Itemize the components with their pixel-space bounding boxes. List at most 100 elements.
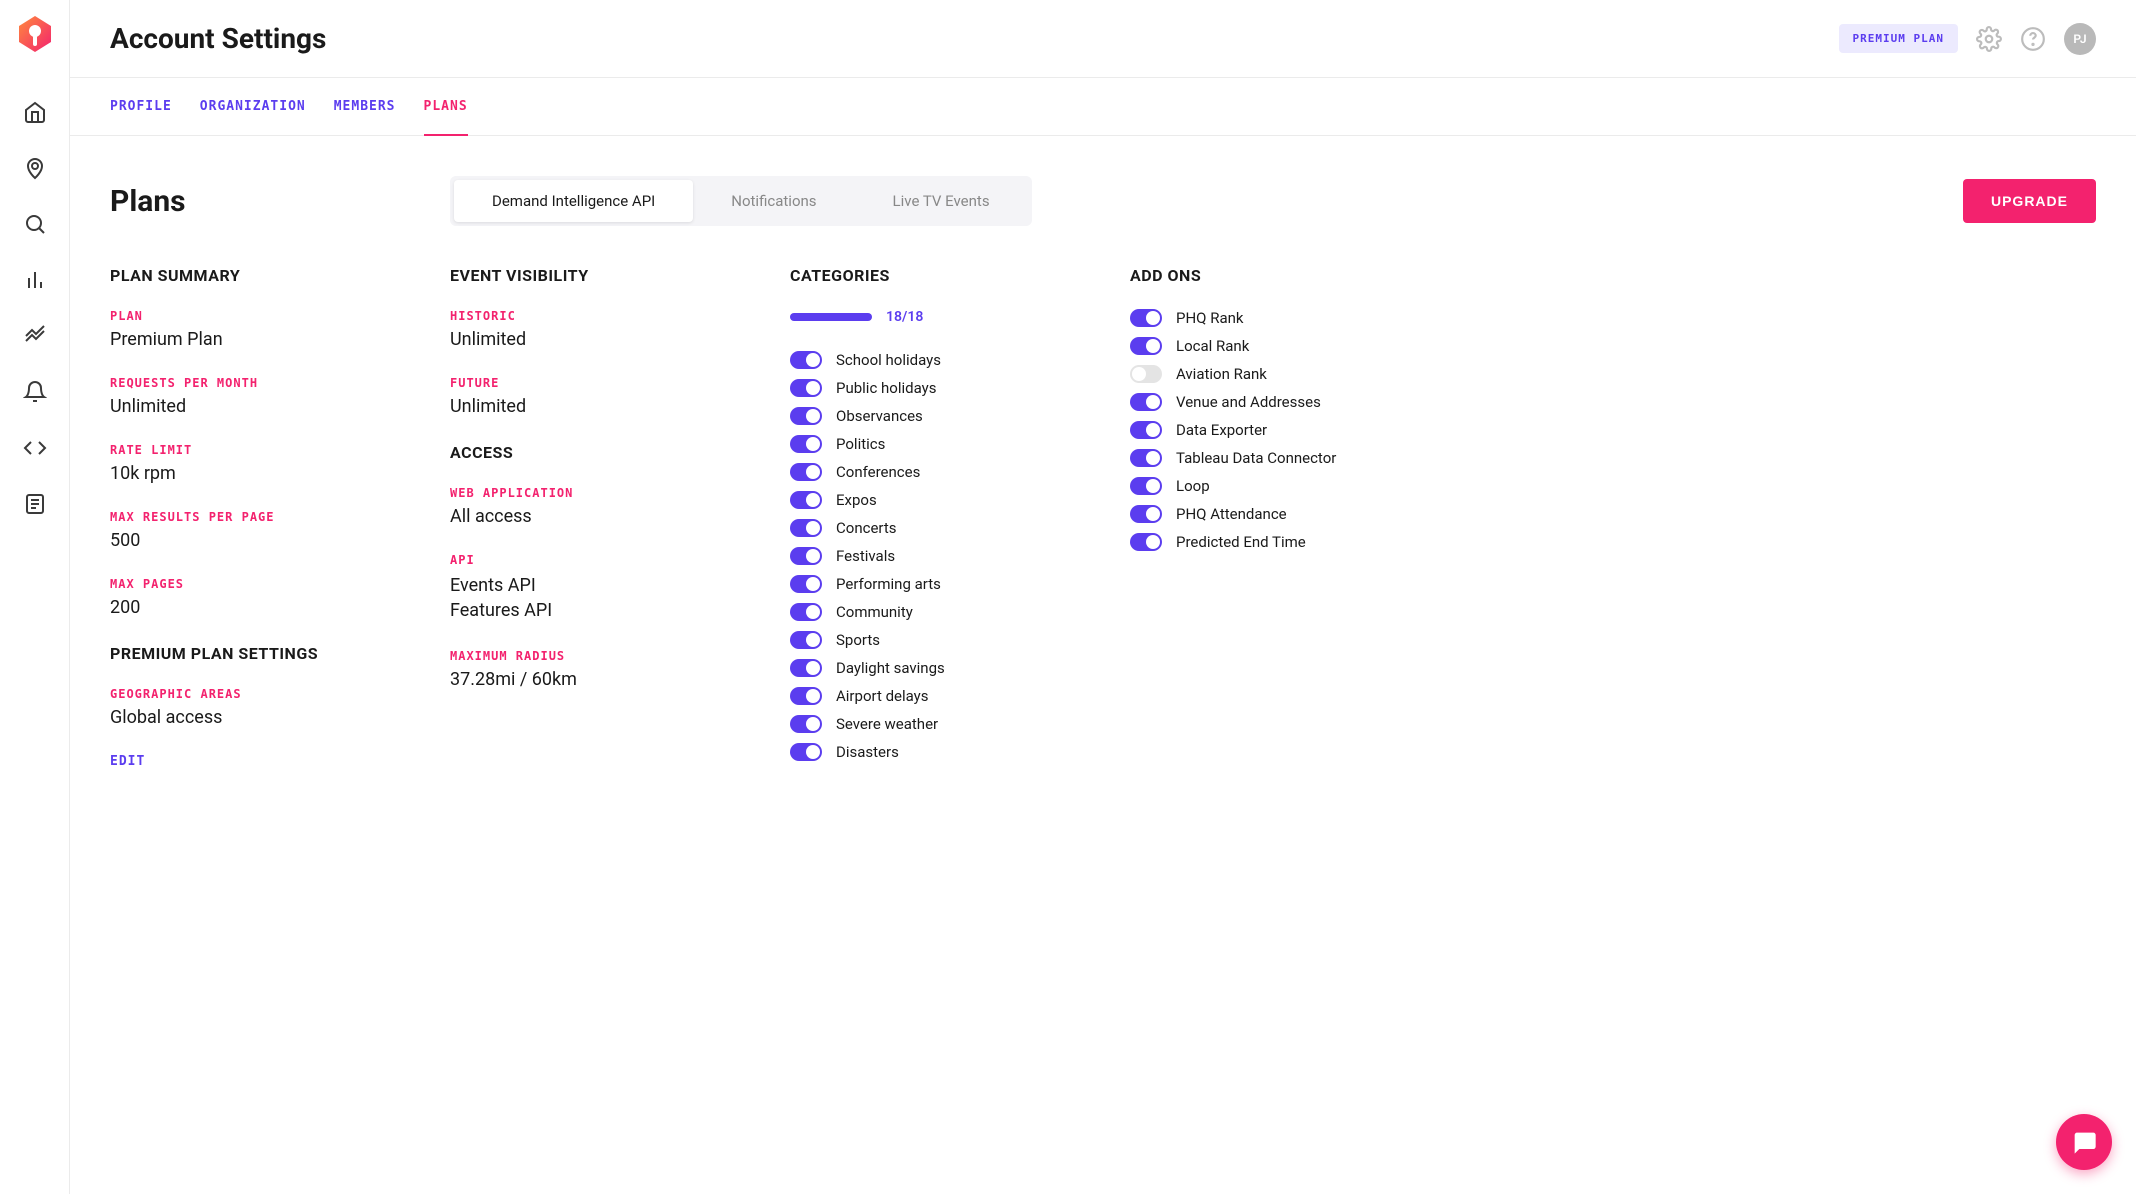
category-toggle[interactable] xyxy=(790,631,822,649)
category-toggle[interactable] xyxy=(790,715,822,733)
category-toggle[interactable] xyxy=(790,491,822,509)
category-toggle[interactable] xyxy=(790,407,822,425)
addon-toggle[interactable] xyxy=(1130,337,1162,355)
addon-row: Local Rank xyxy=(1130,337,2096,355)
category-row: Sports xyxy=(790,631,1110,649)
category-label: Performing arts xyxy=(836,575,941,593)
addon-row: Loop xyxy=(1130,477,2096,495)
category-label: Conferences xyxy=(836,463,920,481)
addon-row: PHQ Attendance xyxy=(1130,505,2096,523)
addon-label: Loop xyxy=(1176,477,1210,495)
category-row: Daylight savings xyxy=(790,659,1110,677)
category-label: Expos xyxy=(836,491,877,509)
addon-label: Predicted End Time xyxy=(1176,533,1306,551)
category-row: Disasters xyxy=(790,743,1110,761)
addon-toggle[interactable] xyxy=(1130,365,1162,383)
main: Account Settings PREMIUM PLAN PJ PROFILE… xyxy=(70,0,2136,1194)
category-row: Expos xyxy=(790,491,1110,509)
category-row: Concerts xyxy=(790,519,1110,537)
addon-label: Local Rank xyxy=(1176,337,1249,355)
premium-badge[interactable]: PREMIUM PLAN xyxy=(1839,24,1958,53)
addon-label: Venue and Addresses xyxy=(1176,393,1321,411)
plan-type-segmented: Demand Intelligence APINotificationsLive… xyxy=(450,176,1032,226)
geo-label: GEOGRAPHIC AREAS xyxy=(110,687,430,701)
web-label: WEB APPLICATION xyxy=(450,486,770,500)
header-right: PREMIUM PLAN PJ xyxy=(1839,23,2096,55)
upgrade-button[interactable]: UPGRADE xyxy=(1963,179,2096,223)
help-icon[interactable] xyxy=(2020,26,2046,52)
progress-label: 18/18 xyxy=(886,309,923,325)
bell-icon[interactable] xyxy=(23,380,47,404)
categories-list: School holidaysPublic holidaysObservance… xyxy=(790,351,1110,761)
radius-value: 37.28mi / 60km xyxy=(450,669,770,690)
category-toggle[interactable] xyxy=(790,379,822,397)
future-label: FUTURE xyxy=(450,376,770,390)
pages-value: 200 xyxy=(110,597,430,618)
tab-plans[interactable]: PLANS xyxy=(424,79,468,137)
addon-toggle[interactable] xyxy=(1130,393,1162,411)
home-icon[interactable] xyxy=(23,100,47,124)
addon-row: Data Exporter xyxy=(1130,421,2096,439)
categories-title: CATEGORIES xyxy=(790,266,1110,285)
addons-title: ADD ONS xyxy=(1130,266,2096,285)
plans-title: Plans xyxy=(110,184,450,219)
category-toggle[interactable] xyxy=(790,435,822,453)
segment-notifications[interactable]: Notifications xyxy=(693,180,854,222)
category-toggle[interactable] xyxy=(790,519,822,537)
segment-demand-intelligence-api[interactable]: Demand Intelligence API xyxy=(454,180,693,222)
note-icon[interactable] xyxy=(23,492,47,516)
plan-summary-title: PLAN SUMMARY xyxy=(110,266,430,285)
web-value: All access xyxy=(450,506,770,527)
avatar[interactable]: PJ xyxy=(2064,23,2096,55)
category-label: Daylight savings xyxy=(836,659,945,677)
addon-toggle[interactable] xyxy=(1130,309,1162,327)
addon-label: Tableau Data Connector xyxy=(1176,449,1336,467)
edit-link[interactable]: EDIT xyxy=(110,754,430,769)
addon-toggle[interactable] xyxy=(1130,449,1162,467)
historic-label: HISTORIC xyxy=(450,309,770,323)
category-label: Community xyxy=(836,603,913,621)
api-value-2: Features API xyxy=(450,598,770,623)
future-value: Unlimited xyxy=(450,396,770,417)
code-icon[interactable] xyxy=(23,436,47,460)
tab-organization[interactable]: ORGANIZATION xyxy=(200,79,306,134)
addon-toggle[interactable] xyxy=(1130,505,1162,523)
chat-fab[interactable] xyxy=(2056,1114,2112,1170)
settings-tabs: PROFILE ORGANIZATION MEMBERS PLANS xyxy=(70,78,2136,136)
category-row: Airport delays xyxy=(790,687,1110,705)
tab-members[interactable]: MEMBERS xyxy=(334,79,396,134)
category-row: School holidays xyxy=(790,351,1110,369)
gear-icon[interactable] xyxy=(1976,26,2002,52)
category-toggle[interactable] xyxy=(790,743,822,761)
chart-icon[interactable] xyxy=(23,268,47,292)
category-label: School holidays xyxy=(836,351,941,369)
category-row: Community xyxy=(790,603,1110,621)
category-row: Conferences xyxy=(790,463,1110,481)
plans-grid: PLAN SUMMARY PLAN Premium Plan REQUESTS … xyxy=(110,266,2096,771)
pages-label: MAX PAGES xyxy=(110,577,430,591)
category-label: Politics xyxy=(836,435,885,453)
category-toggle[interactable] xyxy=(790,659,822,677)
plan-value: Premium Plan xyxy=(110,329,430,350)
segment-live-tv-events[interactable]: Live TV Events xyxy=(855,180,1028,222)
category-toggle[interactable] xyxy=(790,575,822,593)
category-toggle[interactable] xyxy=(790,351,822,369)
category-label: Severe weather xyxy=(836,715,938,733)
category-toggle[interactable] xyxy=(790,547,822,565)
categories-progress: 18/18 xyxy=(790,309,1110,325)
category-toggle[interactable] xyxy=(790,687,822,705)
search-icon[interactable] xyxy=(23,212,47,236)
header: Account Settings PREMIUM PLAN PJ xyxy=(70,0,2136,78)
category-toggle[interactable] xyxy=(790,603,822,621)
api-value-1: Events API xyxy=(450,573,770,598)
tab-profile[interactable]: PROFILE xyxy=(110,79,172,134)
trend-icon[interactable] xyxy=(23,324,47,348)
category-toggle[interactable] xyxy=(790,463,822,481)
rate-label: RATE LIMIT xyxy=(110,443,430,457)
addon-toggle[interactable] xyxy=(1130,477,1162,495)
addon-toggle[interactable] xyxy=(1130,421,1162,439)
access-title: ACCESS xyxy=(450,443,770,462)
app-logo[interactable] xyxy=(15,14,55,54)
addon-toggle[interactable] xyxy=(1130,533,1162,551)
pin-icon[interactable] xyxy=(23,156,47,180)
